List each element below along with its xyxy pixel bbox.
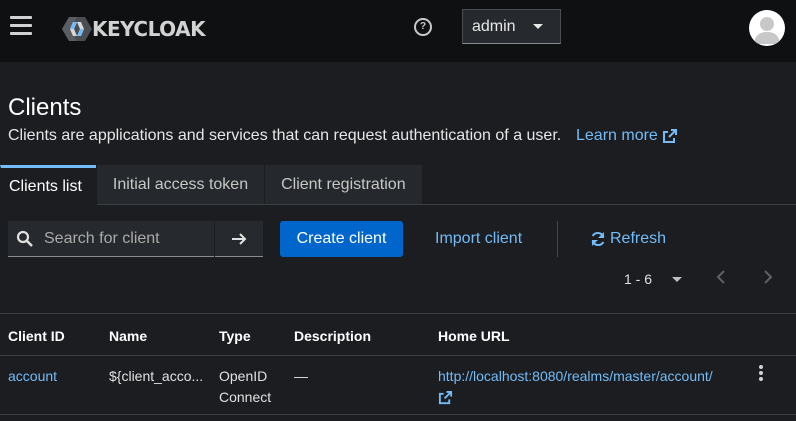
client-type: OpenID Connect (219, 366, 271, 408)
client-description: — (294, 368, 308, 384)
pagination-toggle[interactable]: 1 - 6 (624, 268, 683, 290)
refresh-button[interactable]: Refresh (590, 221, 666, 257)
chevron-left-icon (716, 270, 725, 284)
learn-more-link[interactable]: Learn more (576, 127, 678, 145)
tabs-divider (97, 204, 796, 205)
page-description: Clients are applications and services th… (8, 127, 562, 144)
logo-text: KEYCLOAK (92, 17, 206, 41)
tab-client-registration[interactable]: Client registration (264, 165, 422, 205)
avatar-icon[interactable] (749, 10, 785, 46)
keycloak-logo-icon (62, 17, 92, 41)
search-submit-button[interactable] (215, 221, 263, 257)
column-header-home-url[interactable]: Home URL (438, 328, 510, 344)
learn-more-label: Learn more (576, 127, 658, 144)
tab-clients-list[interactable]: Clients list (0, 165, 96, 205)
search-icon (16, 230, 33, 247)
column-header-description[interactable]: Description (294, 328, 371, 344)
sync-icon (591, 231, 605, 247)
column-header-name[interactable]: Name (109, 328, 147, 344)
search-box (8, 221, 214, 257)
client-type-line2: Connect (219, 389, 272, 405)
table-header-divider (0, 355, 796, 356)
external-link-icon (438, 390, 453, 405)
caret-down-icon (672, 276, 683, 282)
home-url-link[interactable]: http://localhost:8080/realms/master/acco… (438, 366, 713, 411)
tab-initial-access-token[interactable]: Initial access token (95, 165, 265, 205)
next-page-button[interactable] (763, 270, 773, 289)
create-client-button[interactable]: Create client (280, 221, 403, 257)
masthead: KEYCLOAK ? admin (0, 0, 796, 62)
refresh-label: Refresh (610, 230, 667, 247)
column-header-type[interactable]: Type (219, 328, 251, 344)
previous-page-button[interactable] (716, 270, 726, 289)
client-id-link[interactable]: account (8, 366, 57, 387)
logo[interactable]: KEYCLOAK (60, 14, 206, 44)
home-url-text: http://localhost:8080/realms/master/acco… (438, 368, 713, 384)
toolbar-divider (557, 221, 558, 257)
chevron-right-icon (764, 270, 773, 284)
user-name: admin (472, 17, 516, 35)
kebab-icon[interactable] (757, 365, 765, 383)
caret-down-icon (533, 24, 543, 29)
table-row-divider (0, 414, 796, 415)
client-name: ${client_acco... (109, 368, 204, 384)
page-title: Clients (8, 94, 82, 121)
column-header-client-id[interactable]: Client ID (8, 328, 65, 344)
client-type-line1: OpenID (219, 368, 268, 384)
pagination-range: 1 - 6 (624, 271, 653, 287)
user-dropdown[interactable]: admin (462, 9, 561, 44)
import-client-button[interactable]: Import client (435, 221, 522, 257)
tab-bar: Clients list Initial access token Client… (0, 165, 422, 205)
arrow-right-icon (232, 232, 247, 245)
help-icon[interactable]: ? (414, 18, 432, 36)
table-top-border (0, 313, 796, 314)
search-input[interactable] (42, 228, 206, 249)
menu-icon[interactable] (10, 16, 32, 36)
external-link-icon (662, 129, 677, 143)
